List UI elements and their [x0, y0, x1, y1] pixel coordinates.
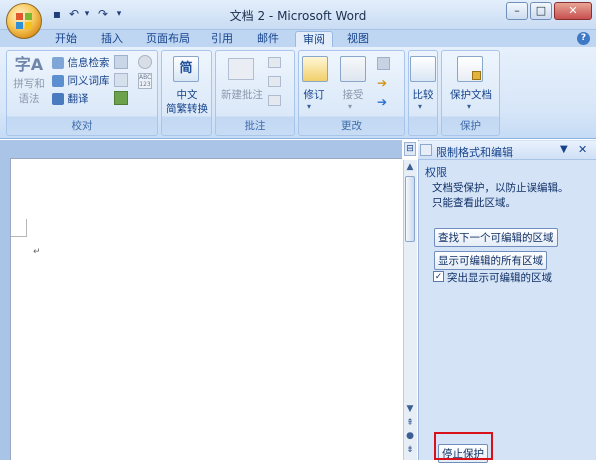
- translate-icon: [52, 93, 64, 105]
- browse-object-icon[interactable]: ●: [403, 431, 417, 441]
- translate-label: 翻译: [67, 93, 89, 105]
- help-icon[interactable]: ?: [577, 32, 590, 45]
- spelling-label-2: 语法: [18, 93, 40, 105]
- delete-comment-icon[interactable]: [268, 57, 281, 68]
- find-next-editable-region-button[interactable]: 查找下一个可编辑的区域: [434, 228, 558, 247]
- office-button[interactable]: [6, 3, 42, 39]
- ruler-toggle-icon[interactable]: ⊟: [404, 142, 416, 156]
- thesaurus-button[interactable]: 同义词库: [52, 73, 110, 88]
- next-comment-icon[interactable]: [268, 95, 281, 106]
- reject-icon[interactable]: [377, 57, 390, 70]
- research-button[interactable]: 信息检索: [52, 55, 110, 70]
- scrollbar-thumb[interactable]: [405, 176, 415, 242]
- group-label-protect: 保护: [460, 120, 481, 132]
- accept-icon: [340, 56, 366, 82]
- tab-view[interactable]: 视图: [338, 31, 378, 48]
- hide-errors-icon[interactable]: [138, 55, 152, 69]
- protect-document-button[interactable]: 保护文档: [443, 87, 499, 102]
- accept-dropdown-icon[interactable]: ▾: [348, 102, 352, 111]
- group-label-comments: 批注: [244, 120, 266, 132]
- pane-info-line-1: 文档受保护，以防止误编辑。: [432, 182, 569, 194]
- pane-icon: [420, 144, 432, 156]
- tab-mailings[interactable]: 邮件: [248, 31, 288, 48]
- thesaurus-label: 同义词库: [67, 75, 110, 87]
- new-comment-button[interactable]: 新建批注: [219, 87, 265, 102]
- previous-change-icon[interactable]: ➔: [377, 76, 387, 90]
- spelling-icon: 字A: [14, 55, 44, 74]
- chinese-conversion-label-1: 中文: [176, 89, 198, 101]
- thesaurus-icon: [52, 75, 64, 87]
- previous-comment-icon[interactable]: [268, 76, 281, 87]
- scroll-down-icon[interactable]: ▼: [403, 404, 417, 414]
- compare-icon: [410, 56, 436, 82]
- protect-document-dropdown-icon[interactable]: ▾: [467, 102, 471, 111]
- show-all-editable-regions-button[interactable]: 显示可编辑的所有区域: [434, 251, 547, 270]
- protect-document-icon: [457, 56, 483, 82]
- previous-page-icon[interactable]: ⇞: [403, 418, 417, 428]
- pane-options-icon[interactable]: ▼: [560, 144, 568, 155]
- paragraph-mark: ↵: [33, 247, 41, 257]
- tab-review[interactable]: 审阅: [295, 31, 333, 48]
- pane-title: 限制格式和编辑: [436, 146, 513, 159]
- accept-button[interactable]: 接受: [338, 87, 368, 102]
- set-language-icon[interactable]: [114, 91, 128, 105]
- margin-corner-mark: [11, 219, 27, 237]
- chinese-conversion-button[interactable]: 简繁转换: [162, 101, 212, 116]
- compare-dropdown-icon[interactable]: ▾: [418, 102, 422, 111]
- pane-section-title: 权限: [425, 166, 447, 179]
- tab-insert[interactable]: 插入: [92, 31, 132, 48]
- pane-close-icon[interactable]: ✕: [578, 143, 587, 156]
- pane-info-line-2: 只能查看此区域。: [432, 197, 516, 209]
- tab-references[interactable]: 引用: [202, 31, 242, 48]
- lock-icon: [472, 71, 481, 80]
- language-icon[interactable]: [114, 55, 128, 69]
- track-changes-icon: [302, 56, 328, 82]
- research-icon: [52, 57, 64, 69]
- track-changes-dropdown-icon[interactable]: ▾: [307, 102, 311, 111]
- document-page[interactable]: ↵: [10, 158, 402, 460]
- word-count-icon[interactable]: [114, 73, 128, 87]
- scroll-up-icon[interactable]: ▲: [403, 162, 417, 172]
- abc-icon[interactable]: ABC 123: [138, 73, 152, 89]
- highlight-regions-label: 突出显示可编辑的区域: [447, 272, 552, 284]
- spelling-label-1: 拼写和: [13, 78, 45, 90]
- translate-button[interactable]: 翻译: [52, 91, 89, 106]
- new-comment-icon: [228, 58, 254, 80]
- group-label-tracking: 更改: [341, 120, 362, 132]
- restore-button[interactable]: □: [530, 2, 552, 20]
- tab-page-layout[interactable]: 页面布局: [140, 31, 196, 48]
- highlight-regions-checkbox[interactable]: ✓: [433, 271, 444, 282]
- close-button[interactable]: ✕: [554, 2, 592, 20]
- track-changes-button[interactable]: 修订: [300, 87, 328, 102]
- highlight-annotation-box: [434, 432, 493, 460]
- spelling-grammar-button[interactable]: 字A 拼写和 语法: [12, 54, 46, 114]
- group-label-proofing: 校对: [71, 120, 93, 132]
- research-label: 信息检索: [67, 57, 110, 69]
- next-page-icon[interactable]: ⇟: [403, 445, 417, 455]
- chinese-conversion-icon: 简: [173, 56, 199, 82]
- compare-button[interactable]: 比较: [408, 87, 438, 102]
- next-change-icon[interactable]: ➔: [377, 95, 387, 109]
- tab-home[interactable]: 开始: [46, 31, 86, 48]
- minimize-button[interactable]: –: [506, 2, 528, 20]
- office-logo-icon: [16, 13, 32, 29]
